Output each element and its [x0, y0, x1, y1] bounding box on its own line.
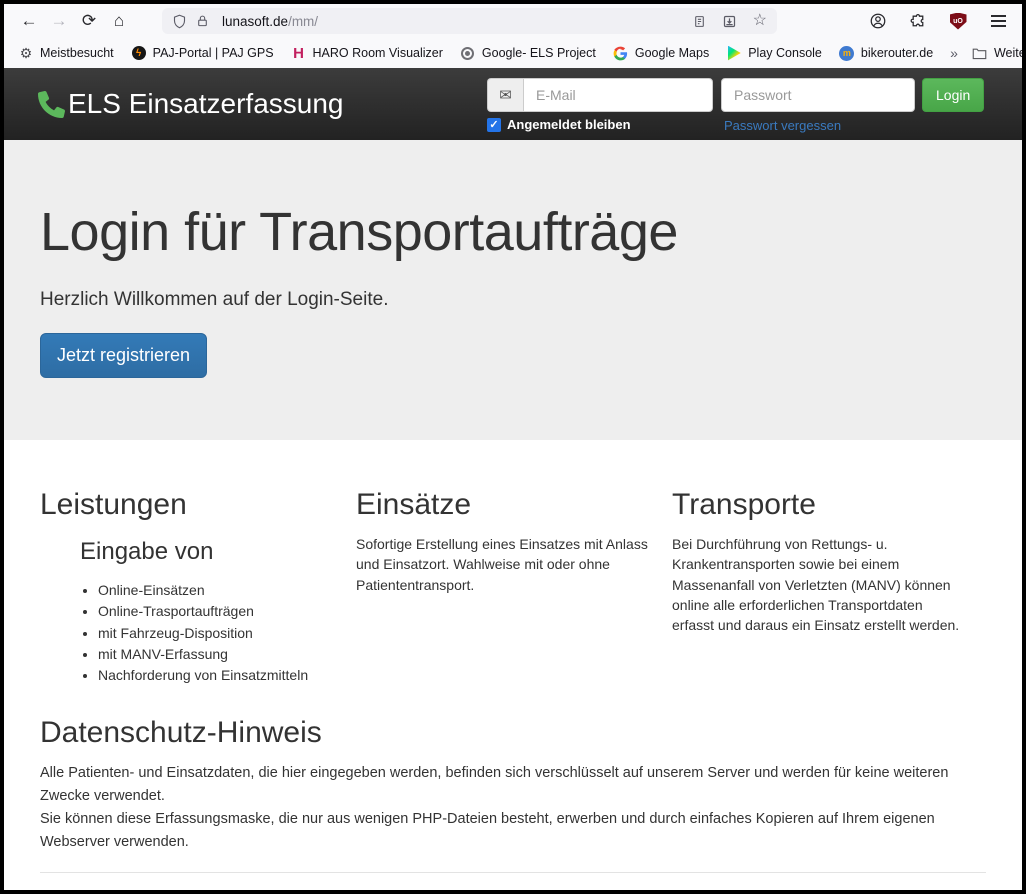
footer-divider — [40, 872, 986, 873]
bookmark-bikerouter[interactable]: m bikerouter.de — [839, 45, 933, 61]
transporte-text: Bei Durchführung von Rettungs- u. Kranke… — [672, 534, 968, 635]
remember-me-label: Angemeldet bleiben — [507, 117, 631, 132]
target-icon — [460, 45, 476, 61]
shield-icon[interactable] — [172, 14, 187, 29]
site-navbar: ELS Einsatzerfassung ✉ Login ✓ Angemelde… — [4, 68, 1022, 140]
column-leistungen: Leistungen Eingabe von Online-Einsätzen … — [40, 466, 356, 686]
bookmark-label: HARO Room Visualizer — [313, 46, 443, 60]
bookmark-label: Google- ELS Project — [482, 46, 596, 60]
bikerouter-icon: m — [839, 45, 855, 61]
menu-hamburger-icon[interactable] — [984, 7, 1012, 35]
bookmark-label: Meistbesucht — [40, 46, 114, 60]
url-path: /mm/ — [288, 14, 318, 29]
gear-icon: ⚙ — [18, 45, 34, 61]
reader-mode-icon[interactable] — [693, 14, 706, 29]
leistungen-subtitle: Eingabe von — [80, 538, 336, 566]
einsaetze-text: Sofortige Erstellung eines Einsatzes mit… — [356, 534, 652, 595]
envelope-icon: ✉ — [487, 78, 523, 112]
email-field[interactable] — [523, 78, 713, 112]
privacy-section: Datenschutz-Hinweis Alle Patienten- und … — [40, 716, 986, 854]
save-page-icon[interactable] — [722, 14, 737, 29]
reload-icon[interactable]: ⟳ — [74, 7, 104, 35]
list-item: Online-Trasportaufträgen — [98, 601, 336, 622]
bookmark-meistbesucht[interactable]: ⚙ Meistbesucht — [18, 45, 114, 61]
ublock-shield-icon[interactable]: uO — [944, 7, 972, 35]
login-button[interactable]: Login — [922, 78, 984, 112]
bookmark-label: PAJ-Portal | PAJ GPS — [153, 46, 274, 60]
jumbotron: Login für Transportaufträge Herzlich Wil… — [4, 140, 1022, 440]
play-store-icon — [726, 45, 742, 61]
forward-icon[interactable]: → — [44, 7, 74, 35]
url-host: lunasoft.de — [222, 14, 288, 29]
phone-icon — [38, 91, 65, 118]
bookmark-label: Google Maps — [635, 46, 709, 60]
privacy-title: Datenschutz-Hinweis — [40, 716, 986, 750]
bookmark-star-icon[interactable]: ☆ — [753, 13, 767, 29]
footer: by LUNASOFT — [40, 888, 986, 890]
bookmark-haro[interactable]: H HARO Room Visualizer — [291, 45, 443, 61]
account-icon[interactable] — [864, 7, 892, 35]
page-subtitle: Herzlich Willkommen auf der Login-Seite. — [40, 289, 986, 311]
list-item: Nachforderung von Einsatzmitteln — [98, 665, 336, 686]
checkbox-checked-icon: ✓ — [487, 118, 501, 132]
bookmark-play-console[interactable]: Play Console — [726, 45, 822, 61]
list-item: mit MANV-Erfassung — [98, 644, 336, 665]
bookmarks-overflow-icon[interactable]: » — [950, 45, 958, 61]
bookmark-google-maps[interactable]: Google Maps — [613, 45, 709, 61]
login-form: ✉ Login ✓ Angemeldet bleiben Passwort ve… — [487, 78, 987, 135]
page-title: Login für Transportaufträge — [40, 204, 986, 261]
footer-by-text: by — [40, 888, 55, 890]
google-g-icon — [613, 45, 629, 61]
bookmark-els-project[interactable]: Google- ELS Project — [460, 45, 596, 61]
bookmarks-bar: ⚙ Meistbesucht ϟ PAJ-Portal | PAJ GPS H … — [4, 38, 1022, 68]
brand-title: ELS Einsatzerfassung — [68, 88, 344, 120]
leistungen-title: Leistungen — [40, 488, 336, 522]
lock-icon[interactable] — [196, 14, 209, 28]
bookmark-label: Play Console — [748, 46, 822, 60]
home-icon[interactable]: ⌂ — [104, 7, 134, 35]
privacy-line-2: Sie können diese Erfassungsmaske, die nu… — [40, 808, 986, 854]
bookmark-paj-portal[interactable]: ϟ PAJ-Portal | PAJ GPS — [131, 45, 274, 61]
password-field[interactable] — [721, 78, 915, 112]
haro-icon: H — [291, 45, 307, 61]
register-button[interactable]: Jetzt registrieren — [40, 333, 207, 378]
column-transporte: Transporte Bei Durchführung von Rettungs… — [672, 466, 988, 686]
lunasoft-link[interactable]: LUNASOFT — [59, 888, 134, 890]
browser-window: ← → ⟳ ⌂ lunasoft.de/mm/ — [4, 4, 1022, 890]
back-icon[interactable]: ← — [14, 7, 44, 35]
browser-toolbar: ← → ⟳ ⌂ lunasoft.de/mm/ — [4, 4, 1022, 38]
folder-icon — [972, 45, 988, 61]
url-text: lunasoft.de/mm/ — [222, 14, 693, 29]
bookmark-weitere-lesezeichen[interactable]: Weitere Lesezeichen — [972, 45, 1022, 61]
bookmark-label: Weitere Lesezeichen — [994, 46, 1022, 60]
paj-icon: ϟ — [131, 45, 147, 61]
brand[interactable]: ELS Einsatzerfassung — [38, 88, 344, 120]
forgot-password-link[interactable]: Passwort vergessen — [724, 118, 841, 133]
einsaetze-title: Einsätze — [356, 488, 652, 522]
list-item: Online-Einsätzen — [98, 580, 336, 601]
main-content: Leistungen Eingabe von Online-Einsätzen … — [4, 440, 1022, 890]
transporte-title: Transporte — [672, 488, 968, 522]
extensions-icon[interactable] — [904, 7, 932, 35]
feature-list: Online-Einsätzen Online-Trasportaufträge… — [62, 580, 336, 686]
url-bar[interactable]: lunasoft.de/mm/ ☆ — [162, 8, 777, 34]
privacy-line-1: Alle Patienten- und Einsatzdaten, die hi… — [40, 762, 986, 808]
column-einsaetze: Einsätze Sofortige Erstellung eines Eins… — [356, 466, 672, 686]
list-item: mit Fahrzeug-Disposition — [98, 623, 336, 644]
bookmark-label: bikerouter.de — [861, 46, 933, 60]
